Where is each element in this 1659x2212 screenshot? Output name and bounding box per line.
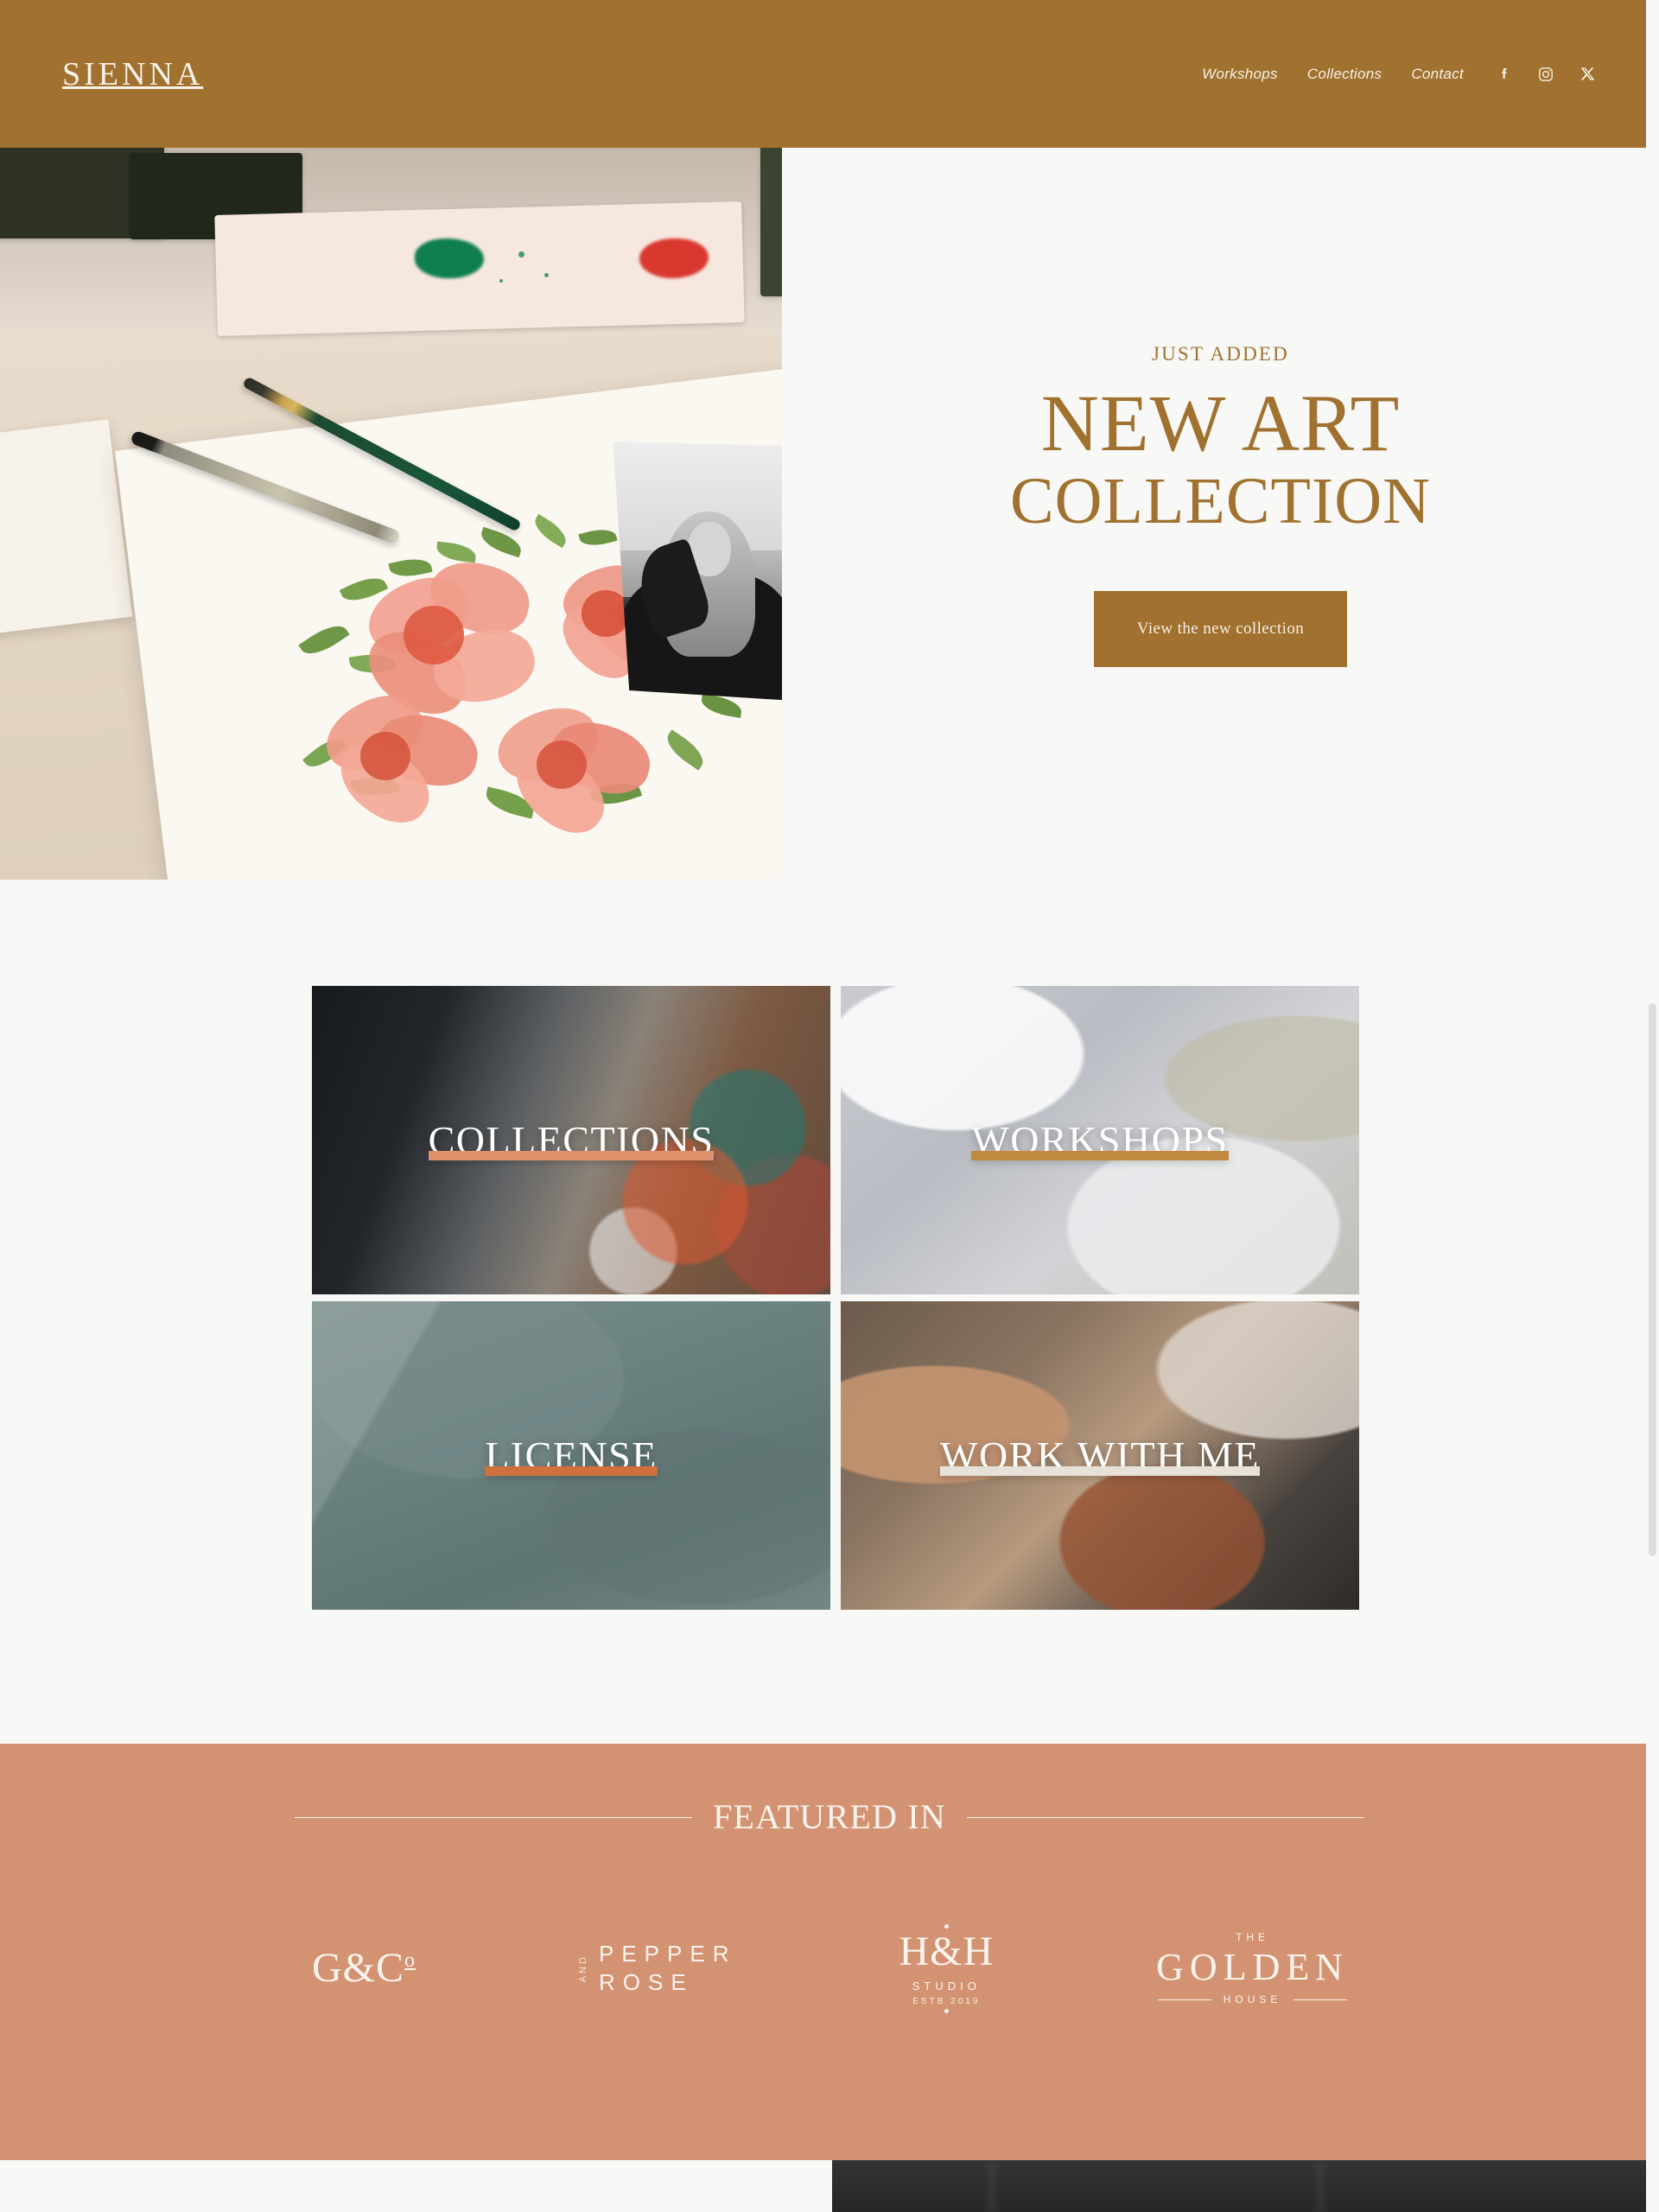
- brand-golden-house-word: HOUSE: [1223, 1993, 1282, 2005]
- brand-pepper-word: PEPPER: [599, 1941, 737, 1967]
- next-section-image: [832, 2160, 1659, 2212]
- nav-item-contact[interactable]: Contact: [1411, 66, 1464, 83]
- view-collection-button[interactable]: View the new collection: [1094, 590, 1347, 667]
- brand-pepper-and: AND: [578, 1954, 588, 1983]
- hero-collage: [0, 148, 782, 880]
- tile-work-with-me-underline: [940, 1465, 1260, 1476]
- tile-work-with-me[interactable]: WORK WITH ME: [841, 1301, 1359, 1610]
- brand-logo-h-and-h-studio: H&H STUDIO ESTB 2019: [899, 1916, 994, 2020]
- site-header: SIENNA Workshops Collections Contact: [0, 0, 1659, 148]
- paint-spatter: [518, 251, 524, 257]
- brand-logo-pepper-and-rose: AND PEPPER ROSE: [578, 1916, 737, 2020]
- x-icon[interactable]: [1578, 65, 1597, 84]
- brand-golden-word: GOLDEN: [1156, 1946, 1349, 1988]
- hero-eyebrow: JUST ADDED: [1152, 343, 1289, 365]
- featured-rule-left: [295, 1816, 693, 1818]
- paint-spatter: [544, 273, 549, 277]
- featured-in-title: FEATURED IN: [713, 1797, 946, 1836]
- nav-item-collections[interactable]: Collections: [1307, 66, 1382, 83]
- page-scrollbar[interactable]: [1646, 0, 1659, 2212]
- instagram-icon[interactable]: [1536, 65, 1555, 84]
- primary-nav: Workshops Collections Contact: [1173, 65, 1597, 84]
- tile-license-label-group: LICENSE: [485, 1435, 658, 1476]
- brand-hh-dot-top: [944, 1923, 949, 1929]
- tile-collections[interactable]: COLLECTIONS: [312, 986, 830, 1294]
- brand-hh-studio-word: STUDIO: [912, 1979, 981, 1993]
- nav-item-workshops[interactable]: Workshops: [1202, 66, 1278, 83]
- tile-workshops[interactable]: WORKSHOPS: [841, 986, 1359, 1294]
- featured-in-section: FEATURED IN G&Co AND PEPPER ROSE H&H STU…: [0, 1744, 1659, 2160]
- tile-work-with-me-label-group: WORK WITH ME: [940, 1435, 1260, 1476]
- next-section-peek: [0, 2160, 1659, 2212]
- tile-workshops-underline: [971, 1150, 1229, 1160]
- tile-license[interactable]: LICENSE: [312, 1301, 830, 1610]
- paint-spatter: [499, 279, 503, 283]
- category-grid-section: COLLECTIONS WORKSHOPS LICENSE WORK WITH …: [0, 880, 1659, 1744]
- site-logo[interactable]: SIENNA: [62, 58, 203, 91]
- featured-rule-right: [966, 1816, 1364, 1818]
- brand-golden-the: THE: [1236, 1931, 1270, 1943]
- category-grid: COLLECTIONS WORKSHOPS LICENSE WORK WITH …: [312, 986, 1359, 1610]
- featured-brand-logos: G&Co AND PEPPER ROSE H&H STUDIO ESTB 201…: [312, 1916, 1349, 2020]
- hero-section: JUST ADDED NEW ART COLLECTION View the n…: [0, 148, 1659, 880]
- paint-well-green: [415, 238, 484, 278]
- brand-golden-rule-right: [1294, 1999, 1348, 2000]
- brand-g-and-co-text: G&Co: [312, 1945, 416, 1991]
- brand-rose-word: ROSE: [599, 1969, 694, 1995]
- tile-collections-label-group: COLLECTIONS: [428, 1120, 715, 1160]
- hero-copy: JUST ADDED NEW ART COLLECTION View the n…: [782, 148, 1659, 880]
- brand-hh-dot-bottom: [944, 2008, 949, 2013]
- brand-hh-monogram: H&H: [899, 1928, 995, 1974]
- hero-title-line-1: NEW ART: [1040, 379, 1401, 469]
- featured-in-heading: FEATURED IN: [0, 1800, 1659, 1834]
- tile-workshops-label-group: WORKSHOPS: [971, 1120, 1229, 1160]
- brand-hh-established: ESTB 2019: [912, 1996, 981, 2006]
- scrollbar-thumb[interactable]: [1649, 1003, 1656, 1556]
- social-links: [1495, 65, 1597, 84]
- tile-collections-underline: [428, 1150, 715, 1160]
- hero-title-line-2: COLLECTION: [1009, 465, 1432, 538]
- brand-logo-g-and-co: G&Co: [312, 1916, 416, 2020]
- facebook-icon[interactable]: [1495, 65, 1514, 84]
- artist-portrait-photo: [613, 442, 782, 701]
- tile-license-underline: [485, 1465, 658, 1476]
- brand-golden-rule-left: [1157, 1999, 1211, 2000]
- paint-box-3: [760, 148, 782, 296]
- brand-logo-the-golden-house: THE GOLDEN HOUSE: [1156, 1916, 1349, 2020]
